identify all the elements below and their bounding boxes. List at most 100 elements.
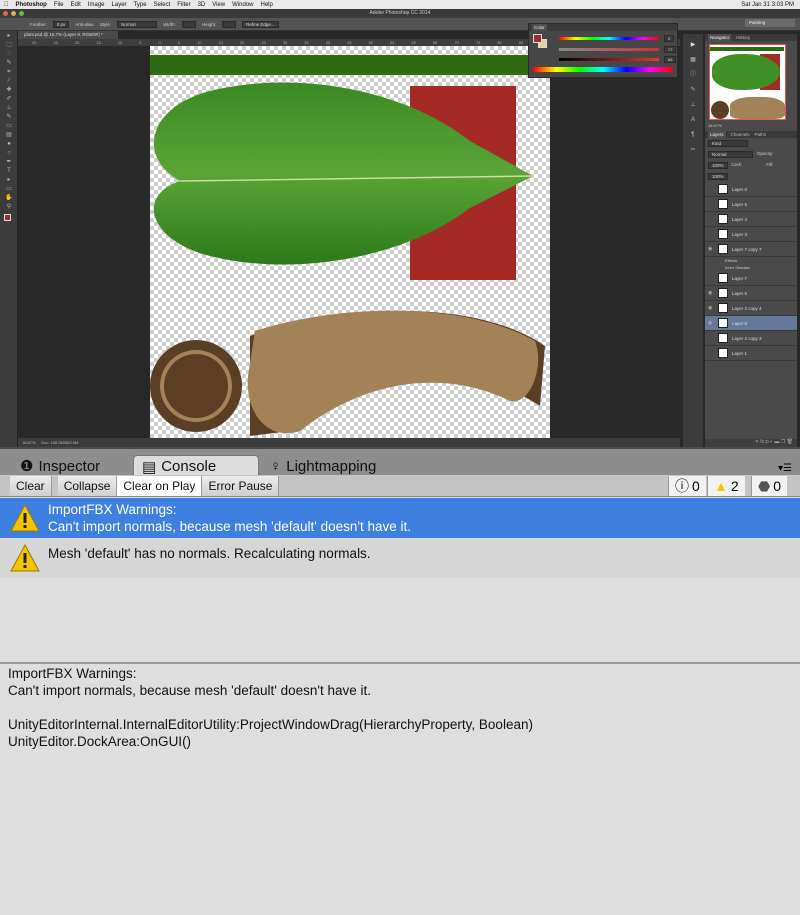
tab-console[interactable]: ▤ Console <box>133 455 259 477</box>
stamp-icon[interactable]: ⊥ <box>4 105 14 112</box>
apple-icon[interactable]:  <box>4 2 9 8</box>
saturation-value[interactable]: 77 <box>664 46 677 53</box>
menu-image[interactable]: Image <box>88 2 105 8</box>
menu-3d[interactable]: 3D <box>198 2 206 8</box>
layers-tab[interactable]: Layers <box>708 131 726 138</box>
zoom-button[interactable] <box>19 11 24 16</box>
navigator-zoom[interactable]: 16.67% <box>705 123 797 131</box>
path-select-icon[interactable]: ▸ <box>4 177 14 184</box>
channels-tab[interactable]: Channels <box>731 131 750 138</box>
history-brush-icon[interactable]: ✎ <box>4 114 14 121</box>
layer-actions[interactable]: ⚭ fx ◘ ◐ ▬ ❐ 🗑 <box>705 439 797 447</box>
workspace-select[interactable]: Painting <box>745 19 795 27</box>
layer-row[interactable]: Layer 1 <box>705 346 797 361</box>
foreground-swatch[interactable] <box>533 34 542 43</box>
info-icon[interactable]: ⓘ <box>688 72 698 79</box>
menu-window[interactable]: Window <box>232 2 253 8</box>
blur-icon[interactable]: ● <box>4 141 14 148</box>
foreground-color[interactable] <box>4 214 11 221</box>
navigator-tab[interactable]: Navigator <box>708 34 732 41</box>
paragraph-icon[interactable]: ¶ <box>688 132 698 139</box>
menu-app[interactable]: Photoshop <box>16 2 47 8</box>
refine-edge-button[interactable]: Refine Edge... <box>242 20 279 28</box>
layer-filter-kind[interactable]: Kind <box>708 140 748 147</box>
document-tab[interactable]: plant.psd @ 16.7% (Layer 8, RGB/8#) * <box>18 31 118 39</box>
layer-row[interactable]: Layer 7 <box>705 271 797 286</box>
layer-effects[interactable]: Effects Inner Shadow <box>705 257 797 271</box>
blend-mode-select[interactable]: Normal <box>708 151 753 158</box>
saturation-slider[interactable] <box>559 48 659 51</box>
healing-icon[interactable]: ✚ <box>4 87 14 94</box>
character-icon[interactable]: A <box>688 117 698 124</box>
log-detail[interactable]: ImportFBX Warnings: Can't import normals,… <box>8 665 533 750</box>
eyedropper-icon[interactable]: ⁄ <box>4 78 14 85</box>
dodge-icon[interactable]: ○ <box>4 150 14 157</box>
tools-icon[interactable]: ✂ <box>688 147 698 154</box>
lasso-tool-icon[interactable]: ◌ <box>4 51 14 58</box>
color-tab[interactable]: Color <box>532 24 547 31</box>
zoom-icon[interactable]: ⚲ <box>4 204 14 211</box>
brightness-value[interactable]: 66 <box>664 56 677 63</box>
paths-tab[interactable]: Paths <box>755 131 767 138</box>
layer-row[interactable]: ◉ Layer 6 <box>705 286 797 301</box>
opacity-input[interactable]: 100% <box>708 162 728 169</box>
canvas[interactable] <box>150 46 550 440</box>
zoom-level[interactable]: 16.67% <box>22 440 36 445</box>
brightness-slider[interactable] <box>559 58 659 61</box>
menu-type[interactable]: Type <box>134 2 147 8</box>
close-button[interactable] <box>3 11 8 16</box>
hand-icon[interactable]: ✋ <box>4 195 14 202</box>
menu-edit[interactable]: Edit <box>71 2 81 8</box>
menu-select[interactable]: Select <box>154 2 171 8</box>
marquee-tool-icon[interactable]: ⬚ <box>4 42 14 49</box>
layer-row[interactable]: ◉ Layer 8 <box>705 316 797 331</box>
layer-row[interactable]: Layer 3 <box>705 227 797 242</box>
split-divider[interactable] <box>0 662 800 664</box>
layer-row[interactable]: Layer 4 <box>705 212 797 227</box>
antialias-checkbox[interactable]: Anti-alias <box>75 22 94 27</box>
error-filter-toggle[interactable]: ⬣ 0 <box>751 476 788 496</box>
brush-icon[interactable]: ✎ <box>688 87 698 94</box>
layer-row[interactable]: Layer 2 copy 3 <box>705 331 797 346</box>
navigator-preview[interactable] <box>709 44 786 120</box>
info-filter-toggle[interactable]: ⓘ 0 <box>668 476 706 496</box>
panel-menu-icon[interactable]: ▾☰ <box>778 463 792 474</box>
hue-slider[interactable] <box>559 37 659 40</box>
color-ramp[interactable] <box>533 67 673 72</box>
width-input[interactable] <box>181 20 196 28</box>
log-entry[interactable]: ImportFBX Warnings: Can't import normals,… <box>0 498 800 538</box>
crop-tool-icon[interactable]: ⌗ <box>4 69 14 76</box>
play-icon[interactable]: ▶ <box>688 42 698 49</box>
brush-icon[interactable]: ✐ <box>4 96 14 103</box>
clear-button[interactable]: Clear <box>10 475 52 496</box>
menu-filter[interactable]: Filter <box>177 2 190 8</box>
pen-icon[interactable]: ✒ <box>4 159 14 166</box>
clone-source-icon[interactable]: ⊥ <box>688 102 698 109</box>
type-icon[interactable]: T <box>4 168 14 175</box>
effect-inner-shadow[interactable]: Inner Shadow <box>725 264 797 271</box>
height-input[interactable] <box>222 20 237 28</box>
feather-input[interactable]: 0 px <box>52 20 70 28</box>
eraser-icon[interactable]: ▭ <box>4 123 14 130</box>
menu-file[interactable]: File <box>54 2 64 8</box>
clear-on-play-toggle[interactable]: Clear on Play <box>117 475 203 496</box>
collapse-button[interactable]: Collapse <box>57 475 118 496</box>
tab-lightmapping[interactable]: ♀ Lightmapping <box>262 455 384 477</box>
shape-icon[interactable]: ▭ <box>4 186 14 193</box>
quick-select-icon[interactable]: ✎ <box>4 60 14 67</box>
history-tab[interactable]: History <box>736 34 750 41</box>
move-tool-icon[interactable]: ▸ <box>4 33 14 40</box>
minimize-button[interactable] <box>11 11 16 16</box>
layer-row[interactable]: Layer 5 <box>705 197 797 212</box>
menu-layer[interactable]: Layer <box>112 2 127 8</box>
hue-value[interactable]: 0 <box>664 35 675 42</box>
brush-presets-icon[interactable]: ▦ <box>688 57 698 64</box>
menu-view[interactable]: View <box>212 2 225 8</box>
log-entry[interactable]: Mesh 'default' has no normals. Recalcula… <box>0 538 800 578</box>
visibility-eye-icon[interactable]: ◉ <box>708 246 714 252</box>
warning-filter-toggle[interactable]: ▲ 2 <box>707 476 745 496</box>
layer-row[interactable]: ◉ Layer 7 copy 7 <box>705 242 797 257</box>
visibility-eye-icon[interactable]: ◉ <box>708 290 714 296</box>
visibility-eye-icon[interactable]: ◉ <box>708 320 714 326</box>
error-pause-toggle[interactable]: Error Pause <box>202 475 280 496</box>
